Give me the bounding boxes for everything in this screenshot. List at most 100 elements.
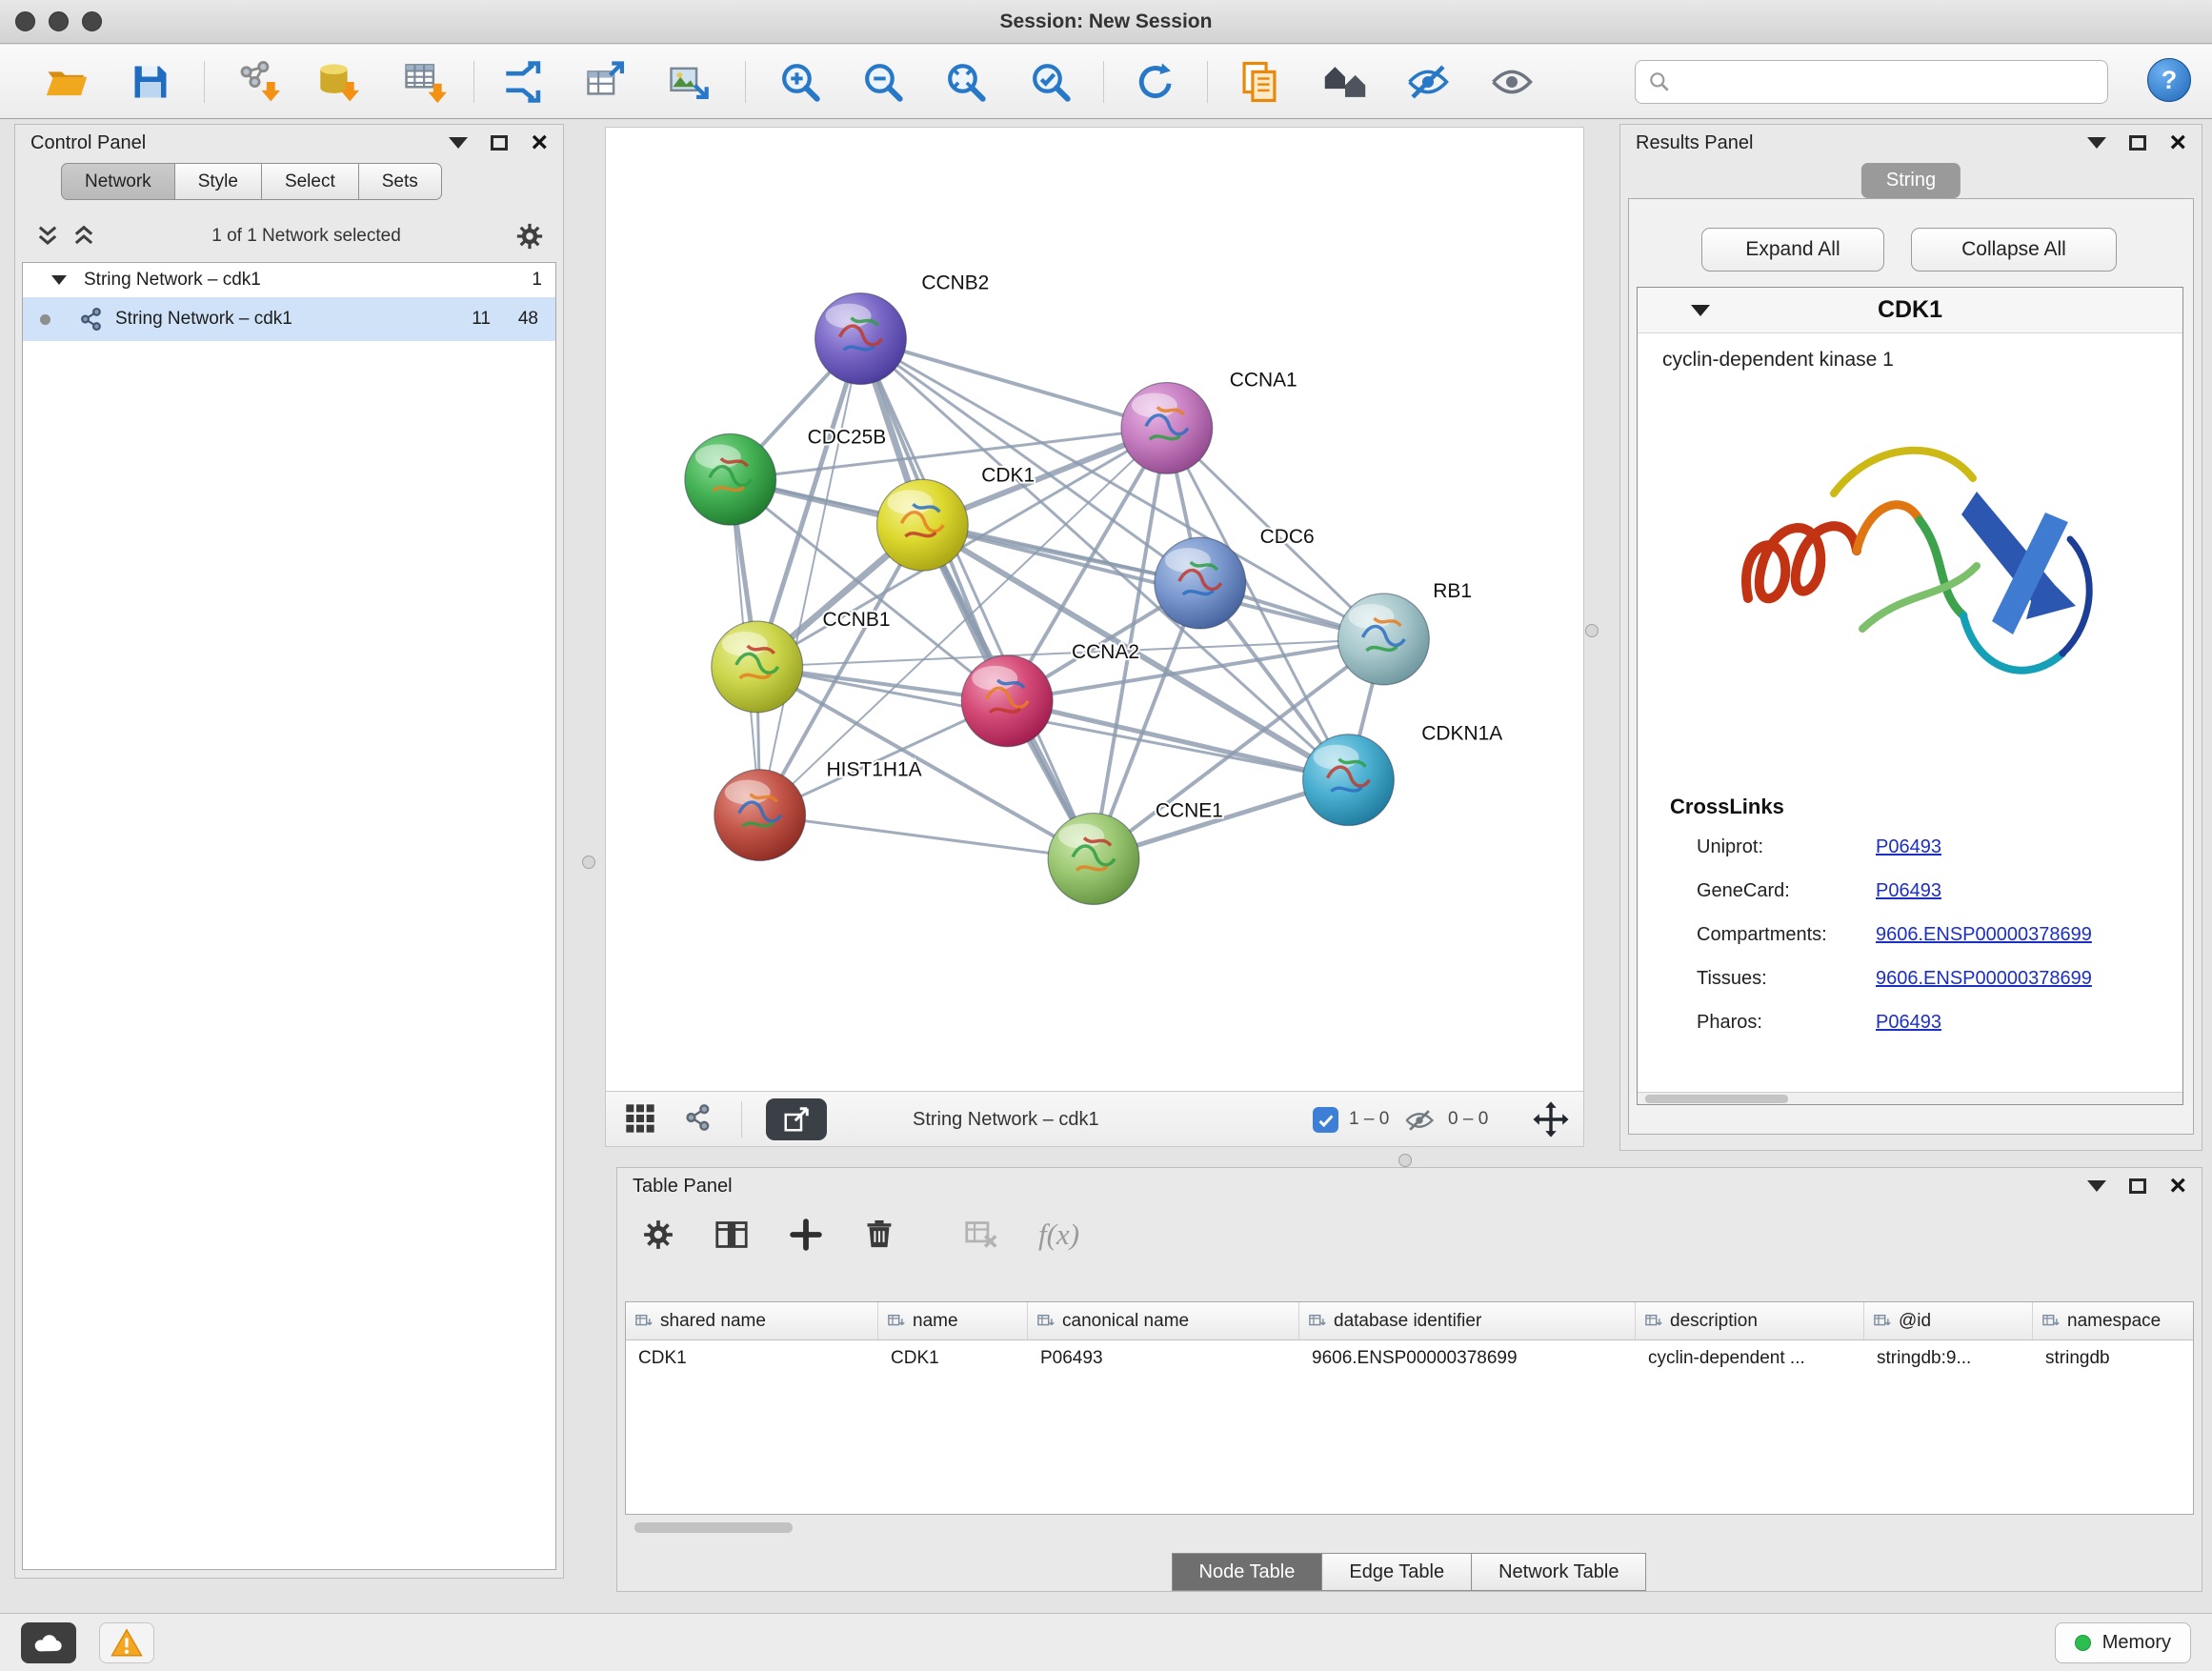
show-columns-button[interactable] — [714, 1218, 749, 1252]
hidden-eye-icon[interactable] — [1404, 1105, 1435, 1136]
copy-button[interactable] — [1233, 57, 1286, 107]
delete-column-button[interactable] — [863, 1218, 895, 1251]
network-node-cdc25b[interactable] — [685, 433, 776, 525]
table-cell[interactable]: P06493 — [1028, 1348, 1299, 1369]
column-header--id[interactable]: @id — [1864, 1302, 2033, 1339]
collection-expand-icon[interactable] — [51, 275, 67, 285]
panel-collapse-icon[interactable] — [449, 137, 468, 149]
table-settings-gear-button[interactable] — [642, 1218, 674, 1251]
splitter-handle[interactable] — [582, 856, 595, 869]
network-node-cdk1[interactable] — [876, 479, 968, 571]
cloud-button[interactable] — [21, 1622, 76, 1663]
collapse-collections-button[interactable] — [70, 223, 97, 250]
hide-selected-button[interactable] — [1401, 57, 1455, 107]
column-header-description[interactable]: description — [1636, 1302, 1864, 1339]
crosslink-link[interactable]: 9606.ENSP00000378699 — [1876, 968, 2092, 990]
search-input[interactable] — [1679, 70, 2096, 94]
splitter-handle[interactable] — [1585, 624, 1599, 637]
panel-float-icon[interactable] — [2129, 1178, 2146, 1194]
selected-nodes-checkbox[interactable] — [1313, 1107, 1338, 1133]
tab-network[interactable]: Network — [61, 163, 175, 200]
close-button[interactable] — [15, 11, 35, 31]
zoom-out-button[interactable] — [856, 57, 910, 107]
network-node-ccne1[interactable] — [1048, 814, 1139, 905]
clone-network-button[interactable] — [496, 57, 550, 107]
splitter-handle[interactable] — [1398, 1154, 1412, 1167]
network-canvas[interactable]: CCNB2CCNA1CDC25BCDK1CDC6RB1CCNB1CCNA2CDK… — [605, 127, 1584, 1092]
import-table-from-file-button[interactable] — [398, 57, 452, 107]
column-header-namespace[interactable]: namespace — [2033, 1302, 2194, 1339]
string-share-icon[interactable] — [684, 1103, 713, 1132]
tab-string[interactable]: String — [1861, 163, 1961, 198]
function-builder-button[interactable]: f(x) — [1038, 1218, 1079, 1252]
entry-collapse-icon[interactable] — [1691, 305, 1710, 316]
zoom-in-button[interactable] — [774, 57, 827, 107]
network-node-cdc6[interactable] — [1155, 537, 1246, 629]
network-node-rb1[interactable] — [1337, 594, 1429, 685]
pan-move-icon[interactable] — [1532, 1100, 1570, 1138]
warnings-button[interactable] — [99, 1622, 154, 1663]
network-node-ccnb1[interactable] — [712, 621, 803, 713]
birds-eye-view-icon[interactable] — [625, 1103, 655, 1134]
zoom-fit-button[interactable] — [939, 57, 993, 107]
help-button[interactable]: ? — [2147, 58, 2191, 102]
import-network-from-database-button[interactable] — [311, 57, 364, 107]
export-view-button[interactable] — [766, 1098, 827, 1140]
crosslink-link[interactable]: P06493 — [1876, 836, 1941, 858]
column-header-shared-name[interactable]: shared name — [626, 1302, 878, 1339]
zoom-button[interactable] — [82, 11, 102, 31]
zoom-selected-button[interactable] — [1024, 57, 1077, 107]
node-entry-header[interactable]: CDK1 — [1638, 288, 2182, 333]
tab-network-table[interactable]: Network Table — [1471, 1553, 1646, 1591]
network-node-hist1h1a[interactable] — [714, 770, 806, 861]
scrollbar-thumb[interactable] — [1645, 1095, 1788, 1103]
column-header-database-identifier[interactable]: database identifier — [1299, 1302, 1636, 1339]
crosslink-link[interactable]: P06493 — [1876, 1012, 1941, 1034]
table-horizontal-scrollbar[interactable] — [634, 1522, 793, 1533]
crosslink-link[interactable]: 9606.ENSP00000378699 — [1876, 924, 2092, 946]
network-graph[interactable]: CCNB2CCNA1CDC25BCDK1CDC6RB1CCNB1CCNA2CDK… — [606, 128, 1583, 1091]
apply-layout-button[interactable] — [1129, 57, 1182, 107]
network-node-cdkn1a[interactable] — [1303, 735, 1395, 826]
tab-select[interactable]: Select — [261, 163, 359, 200]
memory-button[interactable]: Memory — [2055, 1622, 2191, 1663]
panel-close-icon[interactable]: × — [531, 129, 548, 157]
network-edge-cdk1-rb1[interactable] — [922, 525, 1383, 639]
network-node-ccnb2[interactable] — [815, 293, 907, 385]
panel-close-icon[interactable]: × — [2169, 129, 2186, 157]
table-cell[interactable]: stringdb:9... — [1864, 1348, 2033, 1369]
results-horizontal-scrollbar[interactable] — [1638, 1092, 2182, 1104]
network-edge-ccnb2-ccna1[interactable] — [860, 339, 1166, 429]
tab-edge-table[interactable]: Edge Table — [1321, 1553, 1472, 1591]
string-home-button[interactable] — [1318, 57, 1372, 107]
crosslink-link[interactable]: P06493 — [1876, 880, 1941, 902]
save-session-button[interactable] — [124, 57, 177, 107]
column-header-name[interactable]: name — [878, 1302, 1028, 1339]
export-image-button[interactable] — [663, 57, 716, 107]
panel-close-icon[interactable]: × — [2169, 1172, 2186, 1200]
expand-collections-button[interactable] — [34, 223, 61, 250]
table-cell[interactable]: CDK1 — [878, 1348, 1028, 1369]
export-table-button[interactable] — [580, 57, 633, 107]
column-header-canonical-name[interactable]: canonical name — [1028, 1302, 1299, 1339]
panel-collapse-icon[interactable] — [2087, 137, 2106, 149]
tab-sets[interactable]: Sets — [358, 163, 442, 200]
network-edge-ccne1-hist1h1a[interactable] — [760, 815, 1094, 859]
table-cell[interactable]: 9606.ENSP00000378699 — [1299, 1348, 1636, 1369]
network-collection-row[interactable]: String Network – cdk1 1 — [23, 263, 555, 297]
tab-node-table[interactable]: Node Table — [1172, 1553, 1323, 1591]
expand-all-button[interactable]: Expand All — [1701, 228, 1884, 272]
network-node-ccna2[interactable] — [961, 655, 1053, 747]
collapse-all-button[interactable]: Collapse All — [1911, 228, 2117, 272]
network-options-gear-button[interactable] — [515, 222, 544, 251]
network-row-selected[interactable]: String Network – cdk1 11 48 — [23, 297, 555, 341]
network-edge-ccnb2-hist1h1a[interactable] — [760, 339, 861, 815]
network-node-ccna1[interactable] — [1121, 382, 1213, 473]
network-edge-ccna2-rb1[interactable] — [1007, 639, 1383, 701]
table-cell[interactable]: stringdb — [2033, 1348, 2194, 1369]
table-cell[interactable]: cyclin-dependent ... — [1636, 1348, 1864, 1369]
show-all-button[interactable] — [1485, 57, 1538, 107]
network-edge-ccna1-hist1h1a[interactable] — [760, 428, 1167, 815]
add-column-button[interactable] — [789, 1218, 823, 1252]
tab-style[interactable]: Style — [174, 163, 262, 200]
